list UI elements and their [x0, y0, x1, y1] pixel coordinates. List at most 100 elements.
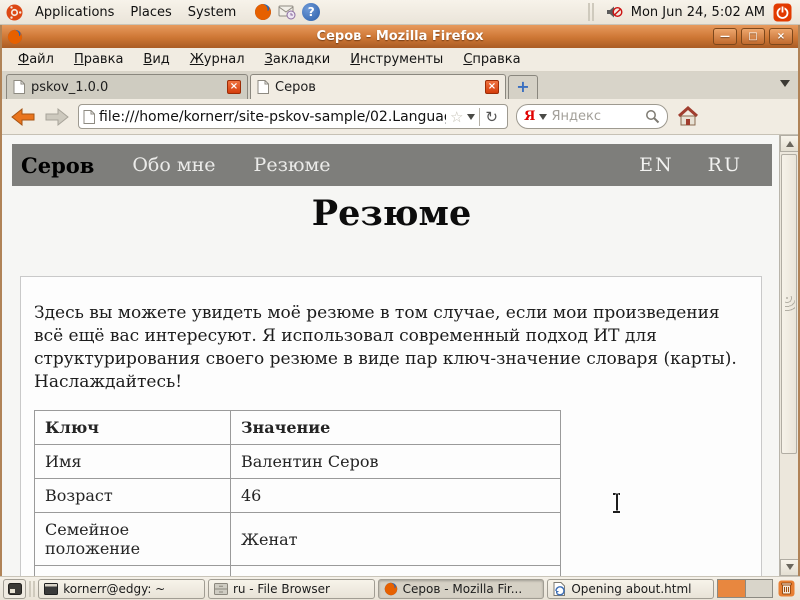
vertical-scrollbar[interactable] [779, 135, 798, 576]
firefox-icon [384, 582, 398, 596]
site-brand[interactable]: Серов [12, 153, 94, 178]
page-title: Резюме [2, 193, 781, 234]
cell-value: Валентин Серов [231, 445, 561, 479]
firefox-menubar: Файл Правка Вид Журнал Закладки Инструме… [2, 48, 798, 72]
trash-icon[interactable] [778, 580, 795, 597]
power-button-icon[interactable] [773, 3, 792, 22]
nav-link-resume[interactable]: Резюме [254, 154, 331, 176]
tab-close-icon[interactable]: × [227, 80, 241, 94]
header-value: Значение [231, 411, 561, 445]
header-key: Ключ [35, 411, 231, 445]
window-titlebar[interactable]: Серов - Mozilla Firefox — □ × [2, 25, 798, 48]
workspace-1[interactable] [718, 580, 745, 597]
cell-key: Страна [35, 566, 231, 577]
url-dropdown-icon[interactable] [467, 114, 475, 124]
lang-link-ru[interactable]: RU [708, 154, 742, 176]
nav-link-about[interactable]: Обо мне [132, 154, 215, 176]
close-button[interactable]: × [769, 28, 793, 45]
search-magnifier-icon[interactable] [645, 109, 660, 124]
workspace-2[interactable] [745, 580, 772, 597]
scroll-up-icon [786, 137, 794, 147]
page-icon [257, 80, 269, 94]
bookmark-star-icon[interactable]: ☆ [450, 108, 463, 126]
site-navbar: Серов Обо мне Резюме EN RU [12, 144, 772, 186]
ubuntu-logo-icon[interactable] [6, 4, 23, 21]
maximize-button[interactable]: □ [741, 28, 765, 45]
places-menu[interactable]: Places [122, 3, 179, 22]
panel-clock[interactable]: Mon Jun 24, 5:02 AM [631, 5, 765, 20]
forward-button[interactable] [44, 106, 70, 128]
menu-file[interactable]: Файл [10, 49, 62, 70]
document-loading-icon [553, 582, 566, 596]
scrollbar-grip [785, 296, 795, 312]
minimize-button[interactable]: — [713, 28, 737, 45]
volume-muted-icon[interactable] [606, 4, 623, 20]
scroll-down-icon [786, 564, 794, 574]
taskbar-window-label: kornerr@edgy: ~ [63, 582, 165, 596]
menu-history[interactable]: Журнал [182, 49, 253, 70]
system-menu[interactable]: System [180, 3, 244, 22]
search-input[interactable] [551, 109, 641, 124]
cell-value: 46 [231, 479, 561, 513]
menu-view[interactable]: Вид [135, 49, 177, 70]
table-row: Возраст 46 [35, 479, 561, 513]
taskbar-window-terminal[interactable]: kornerr@edgy: ~ [38, 579, 205, 599]
window-title: Серов - Mozilla Firefox [2, 29, 798, 44]
menu-edit[interactable]: Правка [66, 49, 131, 70]
help-icon[interactable]: ? [302, 3, 320, 21]
tab-label: pskov_1.0.0 [31, 80, 221, 95]
yandex-engine-icon[interactable]: Я [524, 109, 535, 124]
applications-menu[interactable]: Applications [27, 3, 122, 22]
taskbar-window-firefox[interactable]: Серов - Mozilla Fir... [378, 579, 545, 599]
cell-key: Семейное положение [35, 513, 231, 566]
file-browser-icon [214, 583, 228, 595]
scroll-down-button[interactable] [780, 559, 798, 576]
menu-help[interactable]: Справка [455, 49, 528, 70]
gnome-top-panel: Applications Places System ? Mon Jun 24,… [0, 0, 800, 25]
intro-paragraph: Здесь вы можете увидеть моё резюме в том… [34, 302, 747, 394]
home-button[interactable] [676, 106, 700, 128]
reload-icon[interactable]: ↻ [479, 108, 503, 126]
workspace-switcher[interactable] [717, 579, 773, 598]
new-tab-button[interactable]: + [508, 75, 538, 99]
web-page: Серов Обо мне Резюме EN RU Резюме Здесь … [2, 135, 781, 576]
taskbar-window-label: Opening about.html [571, 582, 691, 596]
table-header-row: Ключ Значение [35, 411, 561, 445]
taskbar-window-file-browser[interactable]: ru - File Browser [208, 579, 375, 599]
show-desktop-button[interactable] [3, 579, 26, 599]
tab-list-dropdown-icon[interactable] [780, 80, 790, 92]
table-row: Семейное положение Женат [35, 513, 561, 566]
url-bar[interactable]: ☆ ↻ [78, 104, 508, 129]
menu-tools[interactable]: Инструменты [342, 49, 451, 70]
browser-viewport: Серов Обо мне Резюме EN RU Резюме Здесь … [2, 135, 798, 576]
search-bar[interactable]: Я [516, 104, 668, 129]
firefox-launcher-icon[interactable] [254, 3, 272, 21]
text-cursor [611, 493, 622, 513]
search-engine-dropdown-icon[interactable] [539, 114, 547, 124]
scroll-up-button[interactable] [780, 135, 798, 152]
cell-key: Имя [35, 445, 231, 479]
content-box: Здесь вы можете увидеть моё резюме в том… [20, 276, 762, 576]
terminal-icon [44, 583, 58, 595]
cell-key: Возраст [35, 479, 231, 513]
page-icon [83, 110, 95, 124]
lang-link-en[interactable]: EN [639, 154, 674, 176]
tab-close-icon[interactable]: × [485, 80, 499, 94]
cell-value: Российская Империя [231, 566, 561, 577]
cv-table: Ключ Значение Имя Валентин Серов Возраст… [34, 410, 561, 576]
evolution-mail-icon[interactable] [278, 3, 296, 21]
menu-bookmarks[interactable]: Закладки [257, 49, 339, 70]
scrollbar-thumb[interactable] [781, 154, 797, 454]
taskbar-window-label: ru - File Browser [233, 582, 330, 596]
firefox-window: Серов - Mozilla Firefox — □ × Файл Правк… [0, 25, 800, 576]
page-icon [13, 80, 25, 94]
cell-value: Женат [231, 513, 561, 566]
tab-serov[interactable]: Серов × [250, 74, 506, 99]
url-input[interactable] [99, 109, 446, 125]
back-button[interactable] [10, 106, 36, 128]
taskbar-window-opening-about[interactable]: Opening about.html [547, 579, 714, 599]
tab-strip: pskov_1.0.0 × Серов × + [2, 72, 798, 99]
tab-label: Серов [275, 80, 479, 95]
navigation-toolbar: ☆ ↻ Я [2, 99, 798, 135]
tab-pskov[interactable]: pskov_1.0.0 × [6, 74, 248, 99]
